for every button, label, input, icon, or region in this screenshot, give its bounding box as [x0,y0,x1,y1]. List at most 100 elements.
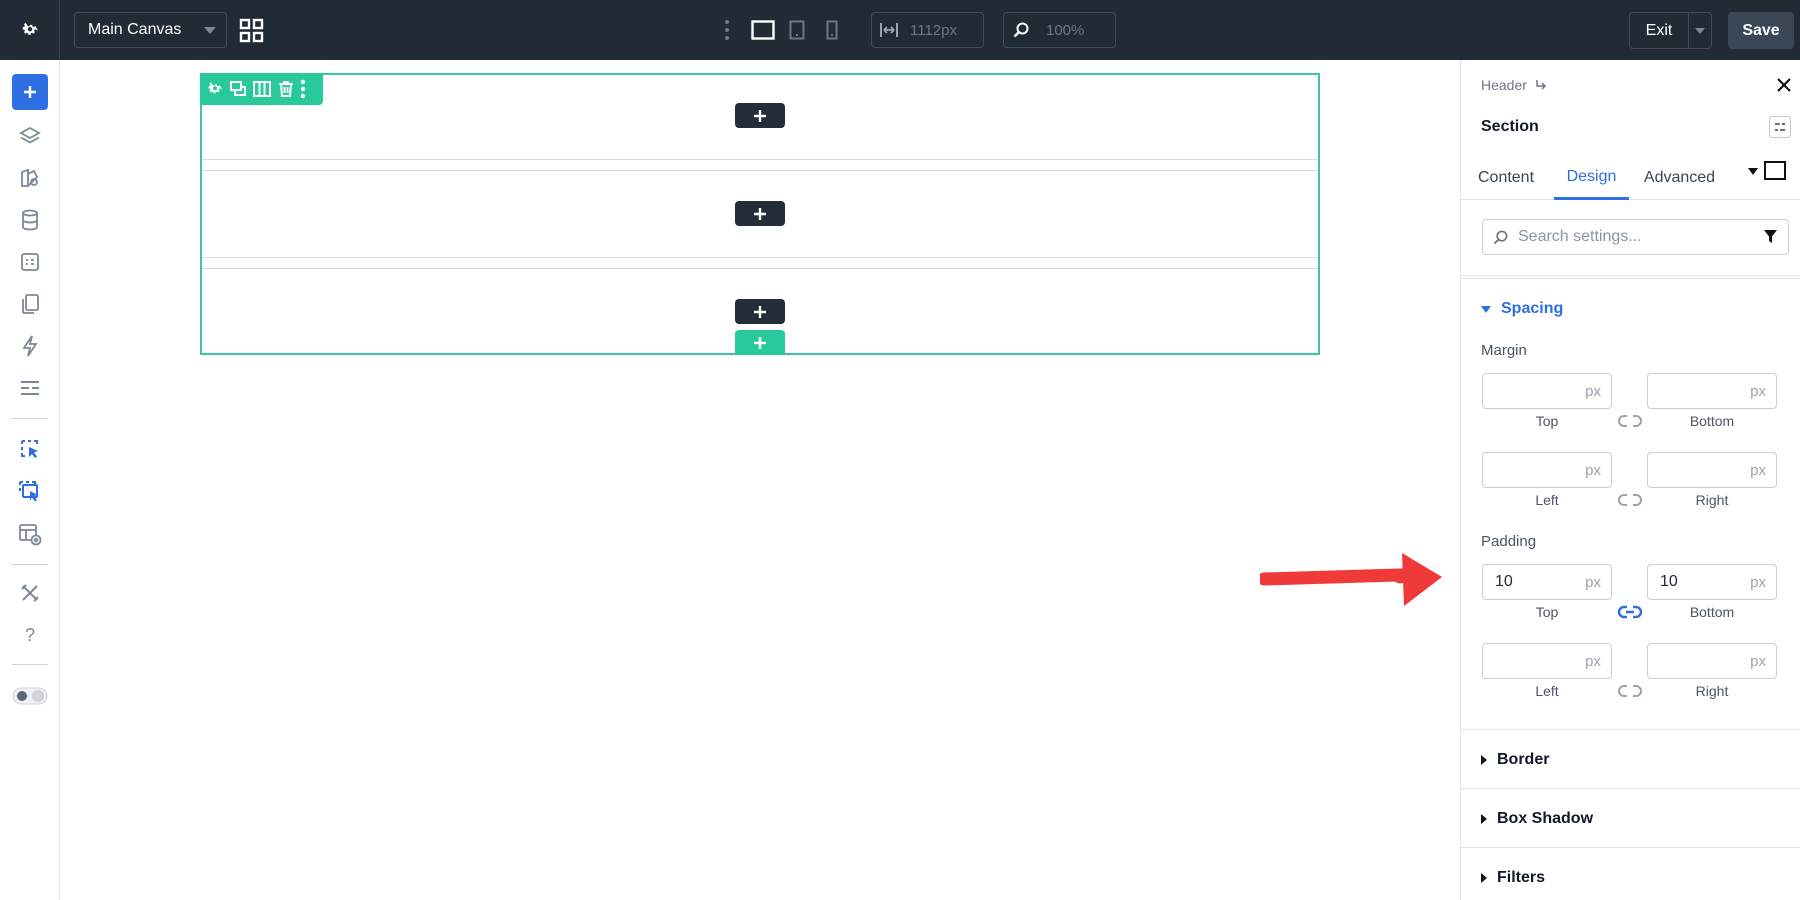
add-module-button[interactable] [735,201,785,226]
margin-right-input[interactable]: px [1647,452,1777,488]
pages-icon[interactable] [12,286,48,322]
chevron-right-icon [1481,873,1487,883]
add-element-button[interactable] [12,74,48,110]
margin-bottom-input[interactable]: px [1647,373,1777,409]
preview-icon[interactable] [12,516,48,552]
link-icon[interactable] [1617,605,1643,624]
spacing-group-header[interactable]: Spacing [1481,300,1563,318]
caption-left: Left [1535,683,1559,699]
bolt-icon[interactable] [12,328,48,364]
border-group-header[interactable]: Border [1481,751,1549,769]
caption-bottom: Bottom [1689,604,1735,620]
select-multi-icon[interactable] [12,474,48,510]
margin-label: Margin [1481,342,1527,359]
unit-label: px [1585,574,1601,591]
desktop-view-icon[interactable] [751,20,775,45]
margin-left-input[interactable]: px [1482,452,1612,488]
select-cursor-icon[interactable] [12,432,48,468]
unlink-icon[interactable] [1618,414,1642,433]
plus-icon [754,207,766,220]
unit-label: px [1585,462,1601,479]
responsive-view-icon[interactable] [1764,161,1786,180]
panel-title: Section [1481,118,1539,135]
element-menu-icon[interactable] [1769,116,1791,138]
padding-bottom-input[interactable]: 10 px [1647,564,1777,600]
canvas-select-value: Main Canvas [88,21,182,38]
add-module-button[interactable] [735,103,785,128]
divider [1461,788,1800,789]
form-icon[interactable] [12,244,48,280]
database-icon[interactable] [12,202,48,238]
layout-icon[interactable] [12,370,48,406]
zoom-value: 100% [1046,21,1085,39]
search-settings-field[interactable] [1482,219,1789,255]
exit-label: Exit [1630,13,1689,48]
tab-more-chevron-down-icon[interactable] [1748,168,1758,175]
tools-icon[interactable] [12,575,48,611]
more-vertical-icon[interactable] [723,19,731,46]
delete-icon[interactable] [277,80,295,98]
tablet-view-icon[interactable] [789,20,805,45]
search-input[interactable] [1516,227,1746,247]
plus-icon [754,109,766,122]
tab-design[interactable]: Design [1554,156,1629,200]
unit-label: px [1750,383,1766,400]
section-settings-gear-icon[interactable] [206,80,224,98]
unit-label: px [1585,383,1601,400]
chevron-right-icon [1481,814,1487,824]
layers-icon[interactable] [12,118,48,154]
box-shadow-group-header[interactable]: Box Shadow [1481,810,1593,828]
exit-button[interactable]: Exit [1629,12,1712,49]
unlink-icon[interactable] [1618,493,1642,512]
margin-top-input[interactable]: px [1482,373,1612,409]
divider [1461,278,1800,279]
unit-label: px [1750,574,1766,591]
padding-right-input[interactable]: px [1647,643,1777,679]
canvas-width-field[interactable]: 1112px [871,12,984,48]
padding-top-input[interactable]: 10 px [1482,564,1612,600]
padding-left-input[interactable]: px [1482,643,1612,679]
columns-icon[interactable] [252,80,272,98]
caption-left: Left [1535,492,1559,508]
exit-chevron-down-icon[interactable] [1695,27,1705,34]
unit-label: px [1585,653,1601,670]
padding-label: Padding [1481,533,1537,550]
top-bar: Main Canvas 1112px 100% Exit Save [0,0,1800,60]
breadcrumb[interactable]: Header [1481,77,1547,93]
help-icon[interactable]: ? [12,617,48,653]
section-toolbar [200,73,323,105]
width-resize-icon [880,22,898,38]
canvas-select[interactable]: Main Canvas [74,12,227,48]
unlink-icon[interactable] [1618,684,1642,703]
save-button[interactable]: Save [1728,12,1794,49]
add-module-button[interactable] [735,299,785,324]
filter-icon[interactable] [1763,229,1778,249]
caption-top: Top [1535,413,1559,429]
breadcrumb-parent[interactable]: Header [1481,77,1527,93]
filters-group-header[interactable]: Filters [1481,869,1545,887]
add-icon [24,86,36,98]
box-shadow-heading: Box Shadow [1497,810,1594,827]
caption-top: Top [1535,604,1559,620]
settings-panel: Header Section Content Design Advanced S… [1460,60,1800,900]
zoom-search-icon [1013,22,1029,38]
add-section-button[interactable] [735,330,785,355]
return-arrow-icon [1535,79,1547,91]
mobile-view-icon[interactable] [826,20,838,45]
settings-gear-icon[interactable] [0,0,60,60]
tab-content[interactable]: Content [1478,156,1534,200]
tab-advanced[interactable]: Advanced [1642,156,1717,200]
annotation-arrow-icon [1257,552,1443,617]
more-vertical-icon[interactable] [300,79,306,99]
palette-icon[interactable] [12,160,48,196]
divider [1461,847,1800,848]
close-icon[interactable] [1777,78,1791,97]
zoom-field[interactable]: 100% [1003,12,1116,48]
grid-view-icon[interactable] [239,18,265,44]
caption-right: Right [1695,492,1729,508]
chevron-down-icon [204,27,216,34]
theme-toggle[interactable] [12,678,48,714]
duplicate-icon[interactable] [229,80,247,98]
search-icon [1493,230,1508,245]
padding-top-value: 10 [1495,573,1513,590]
